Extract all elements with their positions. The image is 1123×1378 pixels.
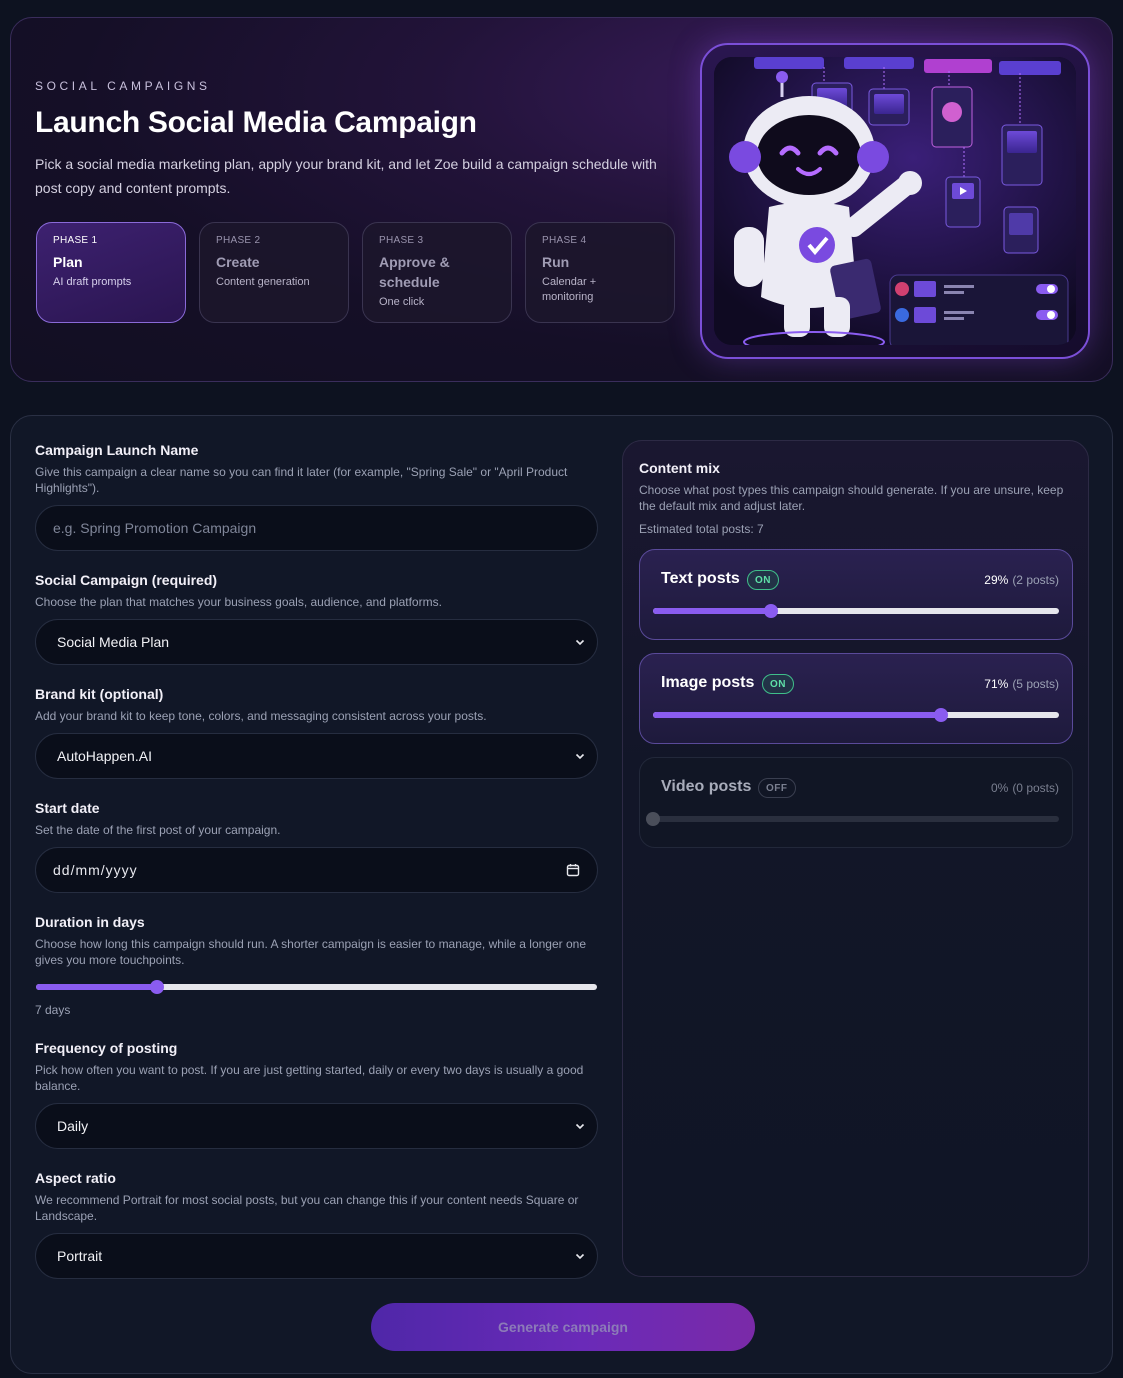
phase-card-run[interactable]: PHASE 4 Run Calendar + monitoring bbox=[525, 222, 675, 323]
phase-number: PHASE 4 bbox=[542, 235, 587, 246]
phase-name: Plan bbox=[53, 254, 83, 270]
video-posts-slider-thumb[interactable] bbox=[646, 812, 660, 826]
duration-slider[interactable] bbox=[36, 980, 597, 994]
post-percent-value: 29% bbox=[984, 573, 1009, 587]
chevron-down-icon bbox=[575, 639, 585, 646]
duration-slider-thumb[interactable] bbox=[149, 980, 164, 994]
post-percent: 0% (0 posts) bbox=[991, 781, 1059, 795]
start-date-value: dd/mm/yyyy bbox=[53, 862, 138, 878]
post-percent: 71% (5 posts) bbox=[984, 677, 1059, 691]
estimated-total-posts: Estimated total posts: 7 bbox=[639, 522, 764, 536]
text-posts-slider-thumb[interactable] bbox=[763, 604, 778, 618]
post-count: (5 posts) bbox=[1012, 677, 1059, 691]
phase-card-create[interactable]: PHASE 2 Create Content generation bbox=[199, 222, 349, 323]
robot-scene-image bbox=[714, 57, 1076, 345]
start-date-label: Start date bbox=[35, 800, 100, 816]
frequency-help: Pick how often you want to post. If you … bbox=[35, 1063, 584, 1093]
campaign-name-label: Campaign Launch Name bbox=[35, 442, 199, 458]
status-badge[interactable]: ON bbox=[762, 674, 794, 694]
content-mix-title: Content mix bbox=[639, 460, 720, 476]
post-percent-value: 0% bbox=[990, 781, 1009, 795]
hero-description: Pick a social media marketing plan, appl… bbox=[35, 156, 657, 196]
generate-campaign-button[interactable]: Generate campaign bbox=[371, 1303, 755, 1351]
start-date-help: Set the date of the first post of your c… bbox=[35, 823, 281, 837]
phase-subtitle: Content generation bbox=[216, 276, 310, 288]
phase-name: Create bbox=[216, 254, 260, 270]
hero-banner: SOCIAL CAMPAIGNS Launch Social Media Cam… bbox=[10, 17, 1113, 382]
status-badge[interactable]: ON bbox=[747, 570, 779, 590]
image-posts-slider-fill bbox=[653, 712, 942, 718]
duration-slider-fill bbox=[36, 984, 157, 990]
aspect-ratio-value: Portrait bbox=[57, 1248, 103, 1264]
phase-card-approve[interactable]: PHASE 3 Approve & schedule One click bbox=[362, 222, 512, 323]
status-badge[interactable]: OFF bbox=[758, 778, 796, 798]
duration-label: Duration in days bbox=[35, 914, 145, 930]
phase-card-plan[interactable]: PHASE 1 Plan AI draft prompts bbox=[36, 222, 186, 323]
post-percent: 29% (2 posts) bbox=[984, 573, 1059, 587]
phase-number: PHASE 1 bbox=[53, 235, 98, 246]
text-posts-card: Text posts ON 29% (2 posts) bbox=[639, 549, 1073, 640]
post-type-name: Text posts bbox=[661, 570, 740, 587]
page-title: Launch Social Media Campaign bbox=[35, 106, 477, 139]
content-mix-help: Choose what post types this campaign sho… bbox=[639, 483, 1064, 513]
social-campaign-select[interactable]: Social Media Plan bbox=[35, 619, 598, 665]
phase-number: PHASE 2 bbox=[216, 235, 261, 246]
phase-subtitle: One click bbox=[379, 296, 425, 308]
frequency-value: Daily bbox=[57, 1118, 89, 1134]
post-type-name: Video posts bbox=[661, 778, 752, 795]
text-posts-slider-fill bbox=[653, 608, 771, 614]
brand-kit-help: Add your brand kit to keep tone, colors,… bbox=[35, 709, 487, 723]
phase-subtitle: Calendar + monitoring bbox=[542, 276, 597, 303]
video-posts-slider[interactable] bbox=[646, 812, 1059, 826]
phase-subtitle: AI draft prompts bbox=[53, 276, 132, 288]
aspect-ratio-help: We recommend Portrait for most social po… bbox=[35, 1193, 579, 1223]
image-posts-slider[interactable] bbox=[653, 708, 1059, 722]
social-campaign-label: Social Campaign (required) bbox=[35, 572, 218, 588]
duration-value: 7 days bbox=[35, 1003, 71, 1017]
text-posts-slider[interactable] bbox=[653, 604, 1059, 618]
brand-kit-label: Brand kit (optional) bbox=[35, 686, 164, 702]
post-type-name: Image posts bbox=[661, 674, 755, 691]
frequency-label: Frequency of posting bbox=[35, 1040, 178, 1056]
phase-name: Approve & schedule bbox=[379, 254, 450, 290]
duration-help: Choose how long this campaign should run… bbox=[35, 937, 586, 967]
brand-kit-select[interactable]: AutoHappen.AI bbox=[35, 733, 598, 779]
phase-name: Run bbox=[542, 254, 570, 270]
post-percent-value: 71% bbox=[984, 677, 1009, 691]
aspect-ratio-label: Aspect ratio bbox=[35, 1170, 116, 1186]
chevron-down-icon bbox=[575, 753, 585, 760]
image-posts-card: Image posts ON 71% (5 posts) bbox=[639, 653, 1073, 744]
calendar-icon[interactable] bbox=[566, 863, 580, 877]
aspect-ratio-select[interactable]: Portrait bbox=[35, 1233, 598, 1279]
post-count: (0 posts) bbox=[1012, 781, 1059, 795]
brand-kit-value: AutoHappen.AI bbox=[57, 748, 152, 764]
phase-number: PHASE 3 bbox=[379, 235, 424, 246]
post-count: (2 posts) bbox=[1012, 573, 1059, 587]
social-campaign-value: Social Media Plan bbox=[57, 634, 170, 650]
campaign-name-input[interactable] bbox=[53, 520, 580, 536]
campaign-name-help: Give this campaign a clear name so you c… bbox=[35, 465, 568, 495]
social-campaign-help: Choose the plan that matches your busine… bbox=[35, 595, 442, 609]
content-mix-panel: Content mix Choose what post types this … bbox=[622, 440, 1089, 1277]
campaign-name-field[interactable] bbox=[35, 505, 598, 551]
campaign-form: Campaign Launch Name Give this campaign … bbox=[10, 415, 1113, 1374]
video-posts-card: Video posts OFF 0% (0 posts) bbox=[639, 757, 1073, 848]
image-posts-slider-thumb[interactable] bbox=[934, 708, 949, 722]
chevron-down-icon bbox=[575, 1123, 585, 1130]
start-date-field[interactable]: dd/mm/yyyy bbox=[35, 847, 598, 893]
robot-illustration bbox=[700, 43, 1090, 359]
frequency-select[interactable]: Daily bbox=[35, 1103, 598, 1149]
hero-eyebrow: SOCIAL CAMPAIGNS bbox=[35, 79, 211, 93]
chevron-down-icon bbox=[575, 1253, 585, 1260]
